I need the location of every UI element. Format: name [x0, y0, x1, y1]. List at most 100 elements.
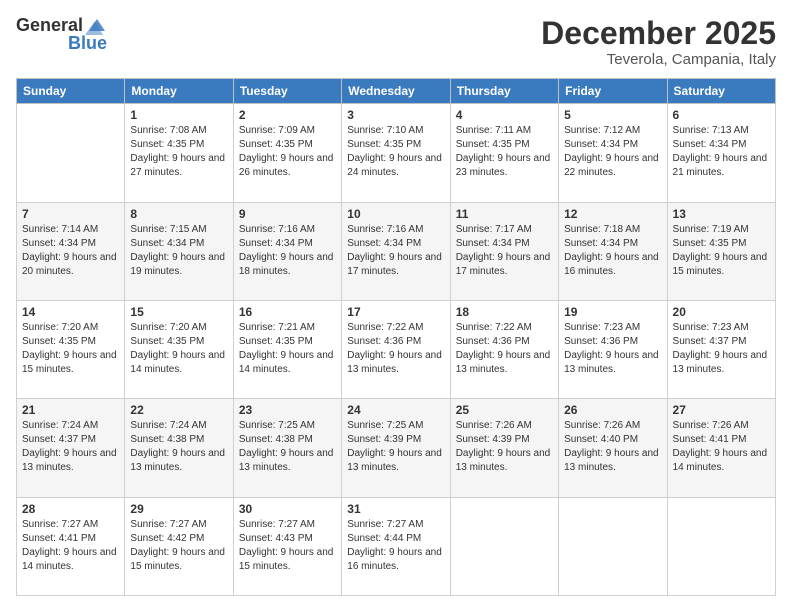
day-number: 1 [130, 108, 227, 122]
day-number: 20 [673, 305, 770, 319]
day-info: Sunrise: 7:16 AMSunset: 4:34 PMDaylight:… [239, 224, 334, 277]
calendar-cell: 19 Sunrise: 7:23 AMSunset: 4:36 PMDaylig… [559, 300, 667, 398]
day-number: 6 [673, 108, 770, 122]
calendar-cell: 8 Sunrise: 7:15 AMSunset: 4:34 PMDayligh… [125, 202, 233, 300]
day-number: 22 [130, 403, 227, 417]
calendar-cell: 13 Sunrise: 7:19 AMSunset: 4:35 PMDaylig… [667, 202, 775, 300]
weekday-header-row: SundayMondayTuesdayWednesdayThursdayFrid… [17, 79, 776, 104]
calendar-cell: 10 Sunrise: 7:16 AMSunset: 4:34 PMDaylig… [342, 202, 450, 300]
day-number: 5 [564, 108, 661, 122]
header: General Blue December 2025 Teverola, Cam… [16, 16, 776, 68]
calendar-body: 1 Sunrise: 7:08 AMSunset: 4:35 PMDayligh… [17, 104, 776, 596]
day-info: Sunrise: 7:21 AMSunset: 4:35 PMDaylight:… [239, 322, 334, 375]
day-info: Sunrise: 7:27 AMSunset: 4:42 PMDaylight:… [130, 519, 225, 572]
day-number: 9 [239, 207, 336, 221]
day-info: Sunrise: 7:23 AMSunset: 4:36 PMDaylight:… [564, 322, 659, 375]
day-info: Sunrise: 7:09 AMSunset: 4:35 PMDaylight:… [239, 125, 334, 178]
day-info: Sunrise: 7:15 AMSunset: 4:34 PMDaylight:… [130, 224, 225, 277]
day-number: 17 [347, 305, 444, 319]
weekday-header-friday: Friday [559, 79, 667, 104]
day-number: 19 [564, 305, 661, 319]
day-number: 30 [239, 502, 336, 516]
logo: General Blue [16, 16, 107, 54]
calendar-cell: 18 Sunrise: 7:22 AMSunset: 4:36 PMDaylig… [450, 300, 558, 398]
day-info: Sunrise: 7:25 AMSunset: 4:39 PMDaylight:… [347, 420, 442, 473]
day-info: Sunrise: 7:27 AMSunset: 4:44 PMDaylight:… [347, 519, 442, 572]
day-info: Sunrise: 7:08 AMSunset: 4:35 PMDaylight:… [130, 125, 225, 178]
day-number: 10 [347, 207, 444, 221]
title-block: December 2025 Teverola, Campania, Italy [541, 16, 776, 68]
calendar-cell: 30 Sunrise: 7:27 AMSunset: 4:43 PMDaylig… [233, 497, 341, 595]
day-number: 13 [673, 207, 770, 221]
weekday-header-sunday: Sunday [17, 79, 125, 104]
day-number: 21 [22, 403, 119, 417]
calendar-cell: 3 Sunrise: 7:10 AMSunset: 4:35 PMDayligh… [342, 104, 450, 202]
calendar-cell: 15 Sunrise: 7:20 AMSunset: 4:35 PMDaylig… [125, 300, 233, 398]
day-number: 25 [456, 403, 553, 417]
calendar-cell: 21 Sunrise: 7:24 AMSunset: 4:37 PMDaylig… [17, 399, 125, 497]
day-number: 28 [22, 502, 119, 516]
day-number: 4 [456, 108, 553, 122]
day-info: Sunrise: 7:27 AMSunset: 4:43 PMDaylight:… [239, 519, 334, 572]
day-info: Sunrise: 7:10 AMSunset: 4:35 PMDaylight:… [347, 125, 442, 178]
day-info: Sunrise: 7:27 AMSunset: 4:41 PMDaylight:… [22, 519, 117, 572]
calendar-cell: 31 Sunrise: 7:27 AMSunset: 4:44 PMDaylig… [342, 497, 450, 595]
day-number: 24 [347, 403, 444, 417]
calendar-cell: 6 Sunrise: 7:13 AMSunset: 4:34 PMDayligh… [667, 104, 775, 202]
day-info: Sunrise: 7:13 AMSunset: 4:34 PMDaylight:… [673, 125, 768, 178]
week-row-1: 1 Sunrise: 7:08 AMSunset: 4:35 PMDayligh… [17, 104, 776, 202]
day-number: 11 [456, 207, 553, 221]
calendar-cell [559, 497, 667, 595]
day-info: Sunrise: 7:17 AMSunset: 4:34 PMDaylight:… [456, 224, 551, 277]
calendar-cell: 5 Sunrise: 7:12 AMSunset: 4:34 PMDayligh… [559, 104, 667, 202]
calendar-cell: 14 Sunrise: 7:20 AMSunset: 4:35 PMDaylig… [17, 300, 125, 398]
day-info: Sunrise: 7:19 AMSunset: 4:35 PMDaylight:… [673, 224, 768, 277]
week-row-2: 7 Sunrise: 7:14 AMSunset: 4:34 PMDayligh… [17, 202, 776, 300]
day-info: Sunrise: 7:11 AMSunset: 4:35 PMDaylight:… [456, 125, 551, 178]
day-number: 7 [22, 207, 119, 221]
week-row-3: 14 Sunrise: 7:20 AMSunset: 4:35 PMDaylig… [17, 300, 776, 398]
day-info: Sunrise: 7:26 AMSunset: 4:40 PMDaylight:… [564, 420, 659, 473]
day-number: 3 [347, 108, 444, 122]
day-info: Sunrise: 7:16 AMSunset: 4:34 PMDaylight:… [347, 224, 442, 277]
day-number: 2 [239, 108, 336, 122]
month-title: December 2025 [541, 16, 776, 51]
calendar-cell: 4 Sunrise: 7:11 AMSunset: 4:35 PMDayligh… [450, 104, 558, 202]
calendar-cell: 23 Sunrise: 7:25 AMSunset: 4:38 PMDaylig… [233, 399, 341, 497]
day-info: Sunrise: 7:22 AMSunset: 4:36 PMDaylight:… [456, 322, 551, 375]
day-number: 29 [130, 502, 227, 516]
weekday-header-monday: Monday [125, 79, 233, 104]
day-number: 23 [239, 403, 336, 417]
calendar-cell: 2 Sunrise: 7:09 AMSunset: 4:35 PMDayligh… [233, 104, 341, 202]
day-number: 15 [130, 305, 227, 319]
calendar-cell: 9 Sunrise: 7:16 AMSunset: 4:34 PMDayligh… [233, 202, 341, 300]
day-info: Sunrise: 7:24 AMSunset: 4:38 PMDaylight:… [130, 420, 225, 473]
day-number: 18 [456, 305, 553, 319]
calendar-cell [17, 104, 125, 202]
calendar-cell: 26 Sunrise: 7:26 AMSunset: 4:40 PMDaylig… [559, 399, 667, 497]
calendar-cell: 11 Sunrise: 7:17 AMSunset: 4:34 PMDaylig… [450, 202, 558, 300]
calendar-cell: 16 Sunrise: 7:21 AMSunset: 4:35 PMDaylig… [233, 300, 341, 398]
calendar-cell: 20 Sunrise: 7:23 AMSunset: 4:37 PMDaylig… [667, 300, 775, 398]
calendar-cell [450, 497, 558, 595]
day-info: Sunrise: 7:26 AMSunset: 4:41 PMDaylight:… [673, 420, 768, 473]
day-info: Sunrise: 7:22 AMSunset: 4:36 PMDaylight:… [347, 322, 442, 375]
day-info: Sunrise: 7:25 AMSunset: 4:38 PMDaylight:… [239, 420, 334, 473]
day-info: Sunrise: 7:26 AMSunset: 4:39 PMDaylight:… [456, 420, 551, 473]
day-number: 14 [22, 305, 119, 319]
calendar-cell: 12 Sunrise: 7:18 AMSunset: 4:34 PMDaylig… [559, 202, 667, 300]
calendar-cell [667, 497, 775, 595]
day-info: Sunrise: 7:12 AMSunset: 4:34 PMDaylight:… [564, 125, 659, 178]
week-row-5: 28 Sunrise: 7:27 AMSunset: 4:41 PMDaylig… [17, 497, 776, 595]
day-number: 31 [347, 502, 444, 516]
day-info: Sunrise: 7:24 AMSunset: 4:37 PMDaylight:… [22, 420, 117, 473]
weekday-header-wednesday: Wednesday [342, 79, 450, 104]
day-number: 8 [130, 207, 227, 221]
calendar-cell: 22 Sunrise: 7:24 AMSunset: 4:38 PMDaylig… [125, 399, 233, 497]
weekday-header-tuesday: Tuesday [233, 79, 341, 104]
day-info: Sunrise: 7:20 AMSunset: 4:35 PMDaylight:… [22, 322, 117, 375]
day-number: 16 [239, 305, 336, 319]
day-number: 27 [673, 403, 770, 417]
day-info: Sunrise: 7:20 AMSunset: 4:35 PMDaylight:… [130, 322, 225, 375]
weekday-header-saturday: Saturday [667, 79, 775, 104]
